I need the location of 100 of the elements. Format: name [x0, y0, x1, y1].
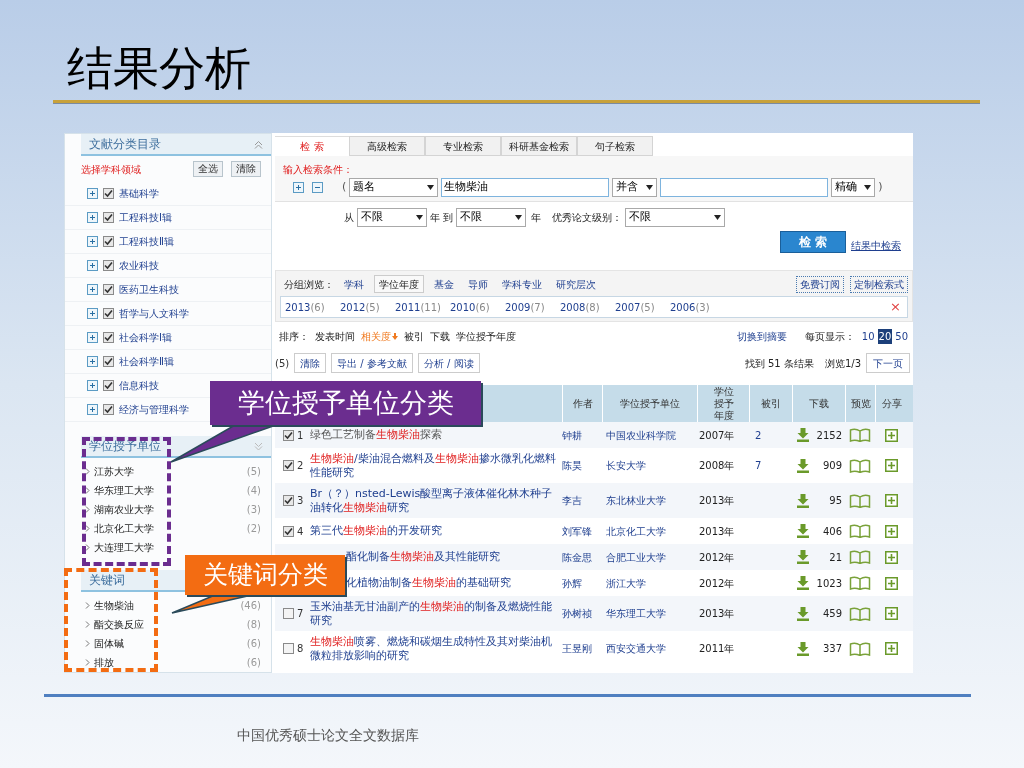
expand-icon[interactable] [87, 380, 98, 391]
open-book-icon[interactable] [849, 606, 871, 621]
download-icon[interactable] [796, 641, 810, 656]
checkbox[interactable] [283, 525, 294, 537]
abstract-view-link[interactable]: 切换到摘要 [736, 328, 787, 344]
facet-link[interactable]: 排放 [94, 655, 114, 670]
checkbox[interactable] [103, 260, 114, 271]
dropdown[interactable]: 不限 [625, 208, 726, 227]
group-tab[interactable]: 学位年度 [374, 275, 424, 293]
facet-link[interactable]: 华东理工大学 [94, 483, 154, 498]
checkbox[interactable] [103, 380, 114, 391]
download-icon[interactable] [796, 524, 810, 538]
download-icon[interactable] [796, 606, 810, 621]
page-size-option[interactable]: 20 [877, 328, 893, 344]
year-filter-link[interactable]: 2011(11) [395, 299, 450, 315]
open-book-icon[interactable] [849, 641, 871, 656]
expand-icon[interactable] [87, 308, 98, 319]
group-tab[interactable]: 学科专业 [498, 275, 546, 293]
institution-link[interactable]: 华东理工大学 [606, 606, 666, 621]
institution-link[interactable]: 东北林业大学 [606, 493, 666, 508]
second-search-field[interactable] [660, 178, 829, 197]
dropdown[interactable]: 不限 [357, 208, 427, 227]
author-link[interactable]: 李吉 [562, 493, 582, 508]
year-filter-link[interactable]: 2013(6) [285, 299, 340, 315]
author-link[interactable]: 钟耕 [562, 427, 582, 443]
year-filter-link[interactable]: 2012(5) [340, 299, 395, 315]
author-link[interactable]: 陈昊 [562, 458, 582, 473]
citation-count[interactable]: 2 [755, 427, 762, 443]
subject-category[interactable]: 哲学与人文科学 [119, 306, 189, 321]
dotted-link-button[interactable]: 免费订阅 [796, 275, 844, 293]
citation-count[interactable]: 7 [755, 458, 762, 473]
add-icon[interactable] [884, 607, 898, 620]
expand-icon[interactable] [87, 236, 98, 247]
year-filter-link[interactable]: 2009(7) [505, 299, 560, 315]
subject-category[interactable]: 基础科学 [119, 186, 159, 201]
institution-link[interactable]: 北京化工大学 [606, 523, 666, 539]
institution-link[interactable]: 长安大学 [606, 458, 646, 473]
add-icon[interactable] [884, 494, 898, 507]
checkbox[interactable] [103, 188, 114, 199]
author-link[interactable]: 刘军锋 [562, 523, 592, 539]
facet-link[interactable]: 北京化工大学 [94, 521, 154, 536]
checkbox[interactable] [283, 495, 294, 506]
subject-category[interactable]: 工程科技Ⅱ辑 [119, 234, 174, 249]
toolbar-button[interactable]: 清除 [294, 353, 327, 373]
open-book-icon[interactable] [849, 550, 871, 564]
institution-link[interactable]: 中国农业科学院 [606, 427, 676, 443]
expand-icon[interactable] [87, 404, 98, 415]
checkbox[interactable] [103, 332, 114, 343]
institution-link[interactable]: 浙江大学 [606, 575, 646, 591]
expand-icon[interactable] [87, 332, 98, 343]
subject-category[interactable]: 工程科技Ⅰ辑 [119, 210, 172, 225]
group-tab[interactable]: 基金 [430, 275, 458, 293]
open-book-icon[interactable] [849, 576, 871, 590]
toolbar-button[interactable]: 导出 / 参考文献 [331, 353, 413, 373]
close-button[interactable]: × [890, 297, 903, 317]
author-link[interactable]: 孙辉 [562, 575, 582, 591]
facet-link[interactable]: 固体碱 [94, 636, 124, 651]
checkbox[interactable] [103, 356, 114, 367]
expand-icon[interactable] [87, 212, 98, 223]
download-icon[interactable] [796, 428, 810, 442]
author-link[interactable]: 陈金思 [562, 549, 592, 565]
open-book-icon[interactable] [849, 428, 871, 442]
download-icon[interactable] [796, 458, 810, 473]
add-icon[interactable] [884, 459, 898, 472]
checkbox[interactable] [103, 212, 114, 223]
year-filter-link[interactable]: 2007(5) [615, 299, 670, 315]
thesis-title-link[interactable]: 化植物油制备生物柴油的基础研究 [346, 576, 511, 590]
sidebar-button[interactable]: 清除 [231, 161, 261, 177]
add-icon[interactable] [884, 524, 898, 538]
subject-category[interactable]: 社会科学Ⅱ辑 [119, 354, 174, 369]
group-tab[interactable]: 导师 [464, 275, 492, 293]
remove-row-icon[interactable] [312, 182, 323, 193]
thesis-title-link[interactable]: 生物柴油喷雾、燃烧和碳烟生成特性及其对柴油机微粒排放影响的研究 [310, 634, 556, 663]
author-link[interactable]: 王昱刚 [562, 641, 592, 656]
thesis-title-link[interactable]: 玉米油基无甘油副产的生物柴油的制备及燃烧性能研究 [310, 599, 556, 628]
checkbox[interactable] [103, 404, 114, 415]
dropdown[interactable]: 题名 [349, 178, 439, 197]
sort-option[interactable]: 学位授予年度 [456, 328, 516, 344]
facet-link[interactable]: 酯交换反应 [94, 617, 144, 632]
thesis-title-link[interactable]: 生物柴油/柴油混合燃料及生物柴油掺水微乳化燃料性能研究 [310, 451, 556, 480]
open-book-icon[interactable] [849, 524, 871, 538]
checkbox[interactable] [283, 460, 294, 471]
expand-icon[interactable] [87, 356, 98, 367]
thesis-title-link[interactable]: 绿色工艺制备生物柴油探索 [310, 428, 442, 442]
year-filter-link[interactable]: 2008(8) [560, 299, 615, 315]
dropdown[interactable]: 精确 [831, 178, 876, 197]
search-tab[interactable]: 专业检索 [425, 136, 501, 156]
subject-category[interactable]: 经济与管理科学 [119, 402, 189, 417]
subject-category[interactable]: 农业科技 [119, 258, 159, 273]
expand-icon[interactable] [87, 284, 98, 295]
next-page-button[interactable]: 下一页 [866, 353, 910, 373]
facet-link[interactable]: 湖南农业大学 [94, 502, 154, 517]
search-button[interactable]: 检 索 [780, 231, 846, 253]
sort-option[interactable]: 发表时间 [315, 328, 355, 344]
facet-link[interactable]: 江苏大学 [94, 464, 134, 479]
group-tab[interactable]: 研究层次 [552, 275, 600, 293]
thesis-title-link[interactable]: 第三代生物柴油的开发研究 [310, 524, 442, 538]
dropdown[interactable]: 不限 [456, 208, 527, 227]
sort-option[interactable]: 被引 [404, 328, 424, 344]
year-filter-link[interactable]: 2006(3) [670, 299, 725, 315]
